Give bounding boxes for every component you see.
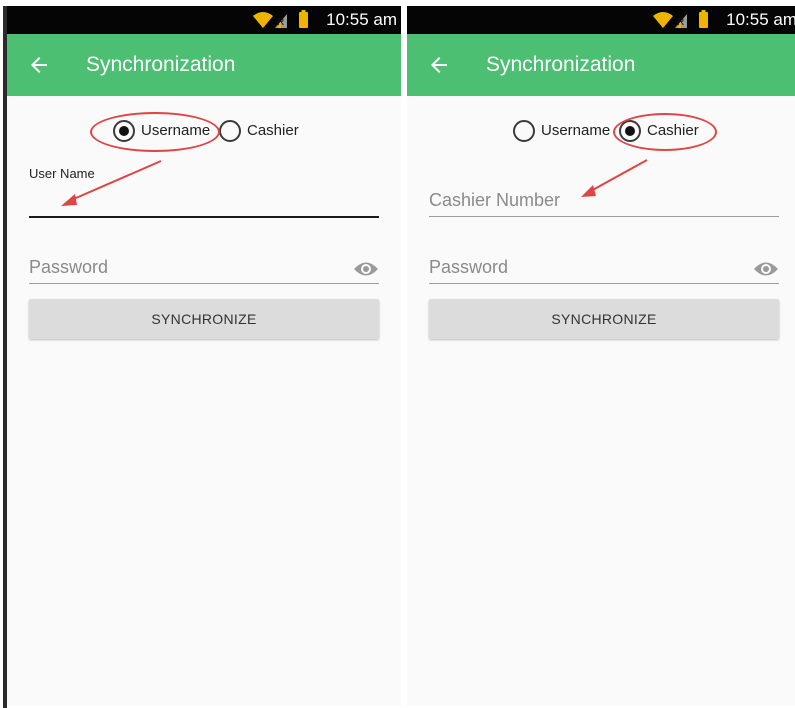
radio-cashier-label: Cashier: [247, 122, 299, 139]
radio-username-label: Username: [541, 122, 611, 139]
sync-screen-cashier: R 10:55 am Synchronization Username Cash…: [407, 6, 795, 706]
status-bar: R 10:55 am: [407, 6, 795, 34]
password-field[interactable]: Password: [429, 254, 779, 284]
cashier-number-field[interactable]: Cashier Number: [429, 188, 779, 218]
radio-cashier-label: Cashier: [647, 122, 699, 139]
login-mode-radio-group: Username Cashier: [113, 120, 313, 142]
status-time: 10:55 am: [326, 10, 397, 29]
username-underline: [29, 216, 379, 218]
status-icons: R: [653, 10, 708, 28]
password-field[interactable]: Password: [29, 254, 379, 284]
battery-icon: [699, 10, 708, 28]
arrow-left-icon[interactable]: [427, 53, 451, 77]
radio-cashier-indicator[interactable]: [619, 120, 641, 142]
status-time: 10:55 am: [726, 10, 795, 29]
sync-screen-username: R 10:55 am Synchronization Username Cash…: [7, 6, 401, 706]
page-title: Synchronization: [486, 53, 636, 76]
synchronize-button[interactable]: SYNCHRONIZE: [29, 299, 379, 339]
cashier-number-underline: [429, 216, 779, 217]
radio-cashier[interactable]: Cashier: [219, 120, 305, 142]
radio-cashier[interactable]: Cashier: [619, 120, 705, 142]
arrow-left-icon[interactable]: [27, 53, 51, 77]
battery-icon: [299, 10, 308, 28]
login-mode-radio-group: Username Cashier: [513, 120, 713, 142]
cashier-number-placeholder: Cashier Number: [429, 190, 561, 210]
status-icons: R: [253, 10, 308, 28]
eye-icon[interactable]: [353, 260, 379, 278]
password-placeholder: Password: [429, 257, 509, 277]
app-bar: Synchronization: [7, 34, 401, 96]
wifi-icon: [253, 12, 273, 28]
signal-icon: R: [275, 14, 287, 28]
radio-username[interactable]: Username: [513, 120, 617, 142]
password-placeholder: Password: [29, 257, 109, 277]
username-field[interactable]: User Name: [29, 166, 379, 218]
username-label: User Name: [29, 166, 95, 181]
password-underline: [29, 283, 379, 284]
page-title: Synchronization: [86, 53, 236, 76]
synchronize-button[interactable]: SYNCHRONIZE: [429, 299, 779, 339]
status-bar: R 10:55 am: [7, 6, 401, 34]
wifi-icon: [653, 12, 673, 28]
radio-username-indicator[interactable]: [513, 120, 535, 142]
eye-icon[interactable]: [753, 260, 779, 278]
radio-username-indicator[interactable]: [113, 120, 135, 142]
signal-icon: R: [675, 14, 687, 28]
radio-username[interactable]: Username: [113, 120, 217, 142]
password-underline: [429, 283, 779, 284]
radio-username-label: Username: [141, 122, 211, 139]
app-bar: Synchronization: [407, 34, 795, 96]
radio-cashier-indicator[interactable]: [219, 120, 241, 142]
